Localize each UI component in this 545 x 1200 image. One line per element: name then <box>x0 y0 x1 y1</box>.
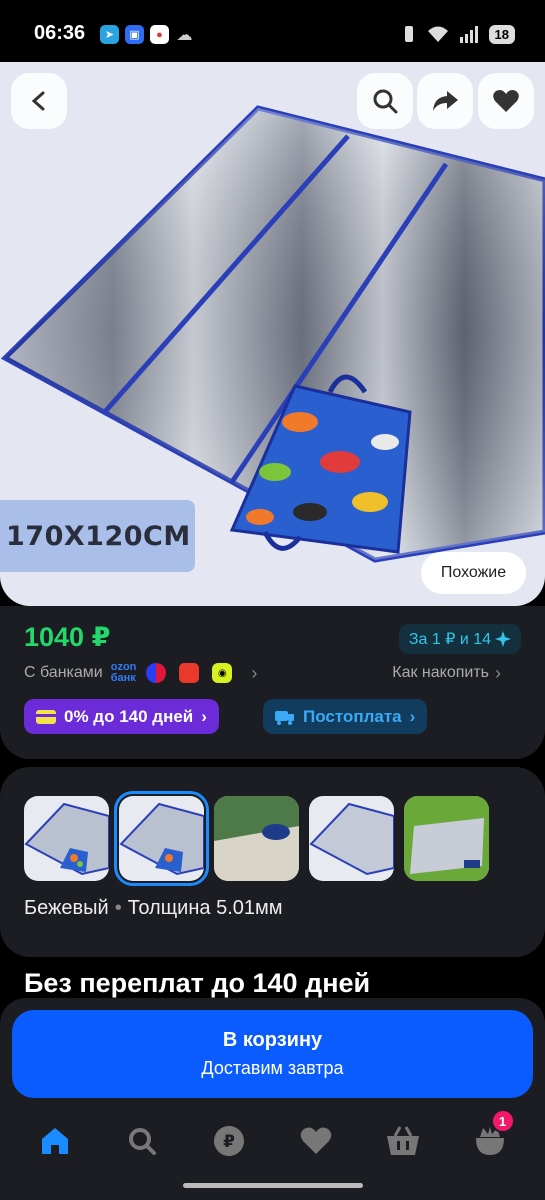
promo-title: Без переплат до 140 дней <box>24 968 371 998</box>
search-icon <box>129 1128 157 1155</box>
variant-thumb-3[interactable] <box>214 796 299 881</box>
variant-thickness: Толщина 5.01мм <box>127 897 283 919</box>
nav-home[interactable] <box>30 1121 80 1161</box>
banks-label: С банками <box>24 664 103 681</box>
card-icon <box>36 709 56 724</box>
signal-icon <box>459 26 478 43</box>
bank-logo-1-icon <box>146 663 167 683</box>
favorite-button[interactable] <box>478 73 534 129</box>
chevron-right-icon: › <box>495 662 501 683</box>
sparkle-icon <box>495 631 511 647</box>
battery-icon: 18 <box>488 24 515 44</box>
add-to-cart-button[interactable]: В корзину Доставим завтра <box>12 1010 533 1098</box>
svg-text:₽: ₽ <box>223 1132 235 1152</box>
nav-cart[interactable] <box>378 1121 428 1161</box>
variant-thumb-1[interactable] <box>24 796 109 881</box>
status-bar: 06:36 ➤ ▣ ● ☁ 18 <box>0 0 545 62</box>
wifi-icon <box>427 26 448 42</box>
nav-favorites[interactable] <box>291 1121 341 1161</box>
price-card: 1040 ₽ За 1 ₽ и 14 С банками ozon банк ◉… <box>0 606 545 759</box>
save-link-label: Как накопить <box>392 664 489 681</box>
truck-icon <box>275 710 294 725</box>
bonus-text: За 1 ₽ и 14 <box>408 631 491 648</box>
nav-finance[interactable]: ₽ <box>204 1121 254 1161</box>
max-icon: ▣ <box>125 25 144 44</box>
favorite-icon <box>493 90 519 112</box>
share-button[interactable] <box>417 73 473 129</box>
bottom-nav: ₽ 1 <box>0 1109 545 1166</box>
variant-color: Бежевый <box>24 897 109 919</box>
bank-logo-2-icon <box>179 663 200 683</box>
ozon-bank-line2: банк <box>110 672 136 684</box>
vk-icon: ● <box>150 25 169 44</box>
product-gallery[interactable]: 170X120CM Похожие <box>0 62 545 606</box>
variant-thumb-5[interactable] <box>404 796 489 881</box>
back-icon <box>31 91 45 111</box>
search-icon <box>373 89 398 114</box>
size-overlay-label: 170X120CM <box>0 500 195 572</box>
home-icon <box>42 1128 69 1154</box>
system-icons: 18 <box>401 24 515 44</box>
home-indicator <box>183 1183 363 1188</box>
notification-badge: 1 <box>490 1109 515 1133</box>
status-time: 06:36 <box>34 22 86 44</box>
vibrate-icon <box>404 26 413 42</box>
cart-icon <box>386 1126 419 1155</box>
save-link[interactable]: Как накопить › <box>392 658 501 688</box>
price: 1040 ₽ <box>24 622 111 652</box>
similar-button[interactable]: Похожие <box>421 552 526 594</box>
bonus-badge[interactable]: За 1 ₽ и 14 <box>398 624 521 654</box>
variant-thumb-2-selected[interactable] <box>114 791 209 886</box>
search-button[interactable] <box>357 73 413 129</box>
favorites-icon <box>300 1127 332 1154</box>
bank-logo-3-icon: ◉ <box>212 663 233 683</box>
telegram-icon: ➤ <box>100 25 119 44</box>
postpay-label: Постоплата <box>303 706 402 726</box>
bottom-panel: В корзину Доставим завтра ₽ 1 <box>0 998 545 1200</box>
chevron-right-icon: › <box>409 706 416 726</box>
banks-row[interactable]: С банками ozon банк ◉ › Как накопить › <box>24 658 521 688</box>
postpay-button[interactable]: Постоплата › <box>263 699 428 734</box>
variants-card: Бежевый • Толщина 5.01мм <box>0 767 545 957</box>
chevron-right-icon: › <box>201 706 207 726</box>
variant-description: Бежевый • Толщина 5.01мм <box>24 897 283 920</box>
separator-dot: • <box>114 897 122 919</box>
installment-button[interactable]: 0% до 140 дней › <box>24 699 219 734</box>
installment-label: 0% до 140 дней <box>64 706 194 726</box>
ruble-icon: ₽ <box>214 1126 245 1156</box>
add-to-cart-label: В корзину <box>222 1029 323 1051</box>
delivery-label: Доставим завтра <box>201 1058 344 1078</box>
chevron-right-icon: › <box>251 662 258 683</box>
ozon-bank-logo: ozon банк <box>111 662 137 684</box>
variant-thumbnails <box>24 791 489 886</box>
variant-thumb-4[interactable] <box>309 796 394 881</box>
cloud-icon: ☁ <box>176 26 193 44</box>
nav-profile[interactable]: 1 <box>465 1109 515 1161</box>
back-button[interactable] <box>11 73 67 129</box>
notification-icons: ➤ ▣ ● ☁ <box>100 25 194 44</box>
share-icon <box>433 91 458 111</box>
nav-search[interactable] <box>117 1121 167 1161</box>
